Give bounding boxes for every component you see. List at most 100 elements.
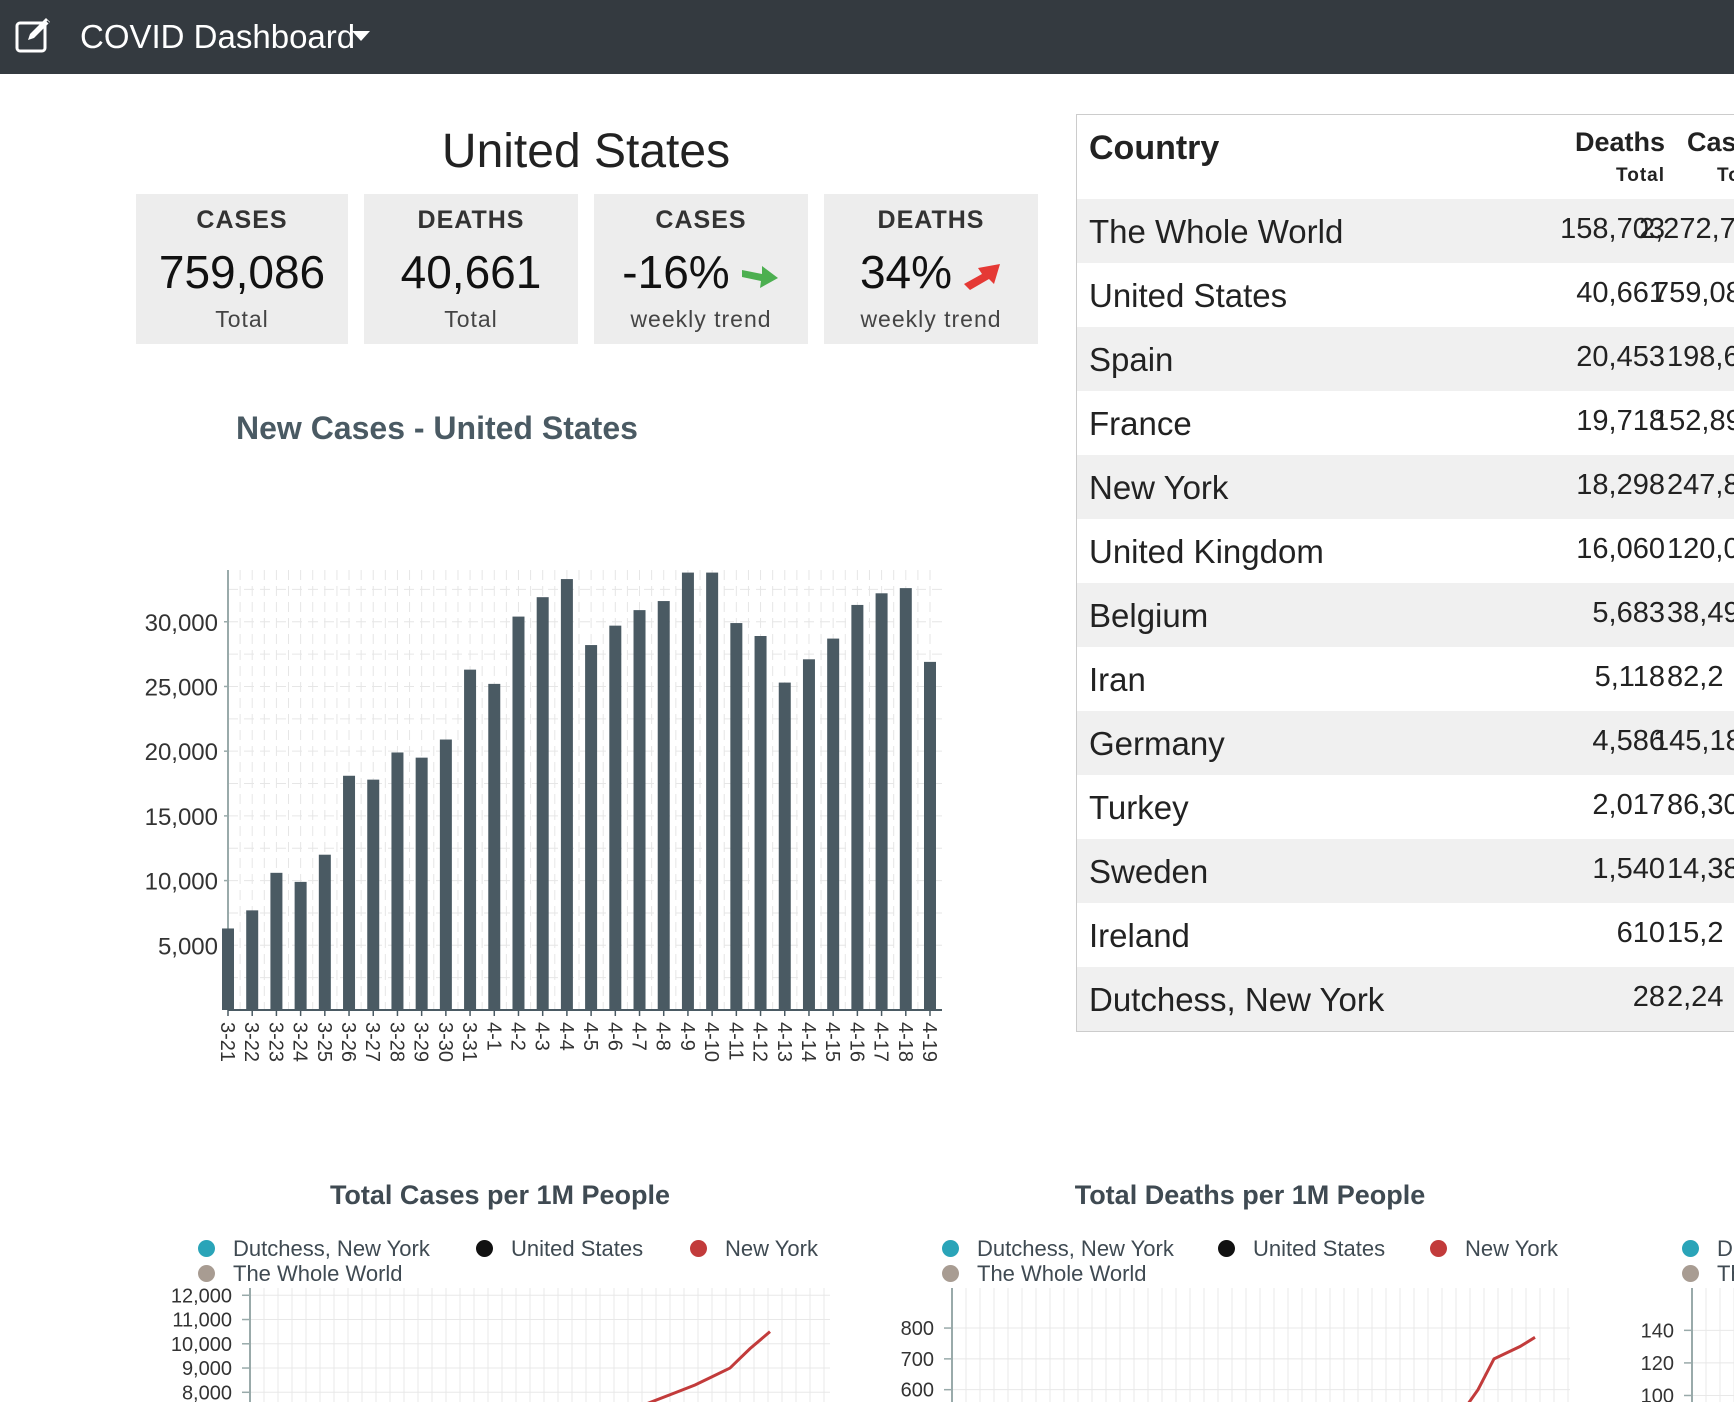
bar	[851, 604, 864, 1010]
legend-item[interactable]: United States	[1218, 1236, 1385, 1262]
legend-item[interactable]: D	[1682, 1236, 1733, 1262]
legend-item[interactable]: Dutchess, New York	[198, 1236, 430, 1262]
country-name-cell[interactable]: Sweden	[1089, 853, 1208, 891]
country-name-cell[interactable]: Spain	[1089, 341, 1173, 379]
legend-item[interactable]: The Whole World	[198, 1261, 403, 1287]
table-row[interactable]: New York 18,298 247,8	[1077, 455, 1734, 519]
caret-down-icon[interactable]	[352, 31, 370, 41]
table-row[interactable]: Ireland 610 15,2	[1077, 903, 1734, 967]
x-tick-label: 3-28	[385, 1022, 407, 1062]
card-value-wrap: 34%	[824, 244, 1038, 300]
y-tick-label: 800	[901, 1318, 934, 1340]
card-value: 40,661	[400, 246, 542, 298]
table-row[interactable]: Sweden 1,540 14,38	[1077, 839, 1734, 903]
bar	[391, 752, 404, 1010]
table-row[interactable]: United Kingdom 16,060 120,0	[1077, 519, 1734, 583]
card-label: CASES	[655, 206, 747, 234]
x-tick-label: 3-27	[361, 1022, 383, 1062]
country-name-cell[interactable]: United Kingdom	[1089, 533, 1324, 571]
dashboard-title-dropdown[interactable]: COVID Dashboard	[80, 17, 355, 57]
bar	[367, 779, 380, 1010]
deaths-cell: 5,683	[1592, 597, 1665, 629]
x-tick-label: 3-26	[337, 1022, 359, 1062]
cases-cell: 247,8	[1667, 469, 1734, 501]
legend-item[interactable]: Dutchess, New York	[942, 1236, 1174, 1262]
table-row[interactable]: Germany 4,586 145,18	[1077, 711, 1734, 775]
deaths-per-million-title: Total Deaths per 1M People	[1074, 1180, 1426, 1210]
country-name-cell[interactable]: Belgium	[1089, 597, 1208, 635]
y-tick-label: 140	[1641, 1320, 1674, 1342]
bar	[343, 775, 356, 1010]
legend-dot	[1430, 1239, 1447, 1257]
y-tick-label: 9,000	[182, 1358, 232, 1380]
legend-dot	[476, 1239, 493, 1257]
x-tick-label: 4-5	[579, 1022, 601, 1051]
x-tick-label: 4-6	[603, 1022, 625, 1051]
cases-cell: 120,0	[1667, 533, 1734, 565]
country-column-header[interactable]: Country	[1089, 129, 1219, 168]
cases-cell: 15,2	[1667, 917, 1724, 949]
legend-label: D	[1717, 1236, 1733, 1261]
legend-item[interactable]: New York	[1430, 1236, 1558, 1262]
deaths-cell: 20,453	[1576, 341, 1665, 373]
deaths-cell: 610	[1616, 917, 1665, 949]
y-tick-label: 120	[1641, 1353, 1674, 1375]
country-name-cell[interactable]: Dutchess, New York	[1089, 981, 1384, 1019]
y-tick-label: 600	[901, 1380, 934, 1402]
country-name-cell[interactable]: Ireland	[1089, 917, 1190, 955]
x-tick-label: 4-19	[918, 1022, 940, 1062]
cases-column-header[interactable]: Cas	[1687, 127, 1734, 158]
country-name-cell[interactable]: United States	[1089, 277, 1287, 315]
card-value-wrap: -16%	[594, 244, 808, 300]
table-row[interactable]: Dutchess, New York 28 2,24	[1077, 967, 1734, 1031]
table-row[interactable]: France 19,718 152,89	[1077, 391, 1734, 455]
x-tick-label: 3-25	[313, 1022, 335, 1062]
edit-icon[interactable]	[14, 16, 52, 54]
country-table: Country Deaths Total Cas To The Whole Wo…	[1076, 114, 1734, 1032]
y-tick-label: 700	[901, 1349, 934, 1371]
x-tick-label: 4-1	[482, 1022, 504, 1051]
table-row[interactable]: The Whole World 158,703 2,272,7	[1077, 199, 1734, 263]
legend-dot	[690, 1239, 707, 1257]
country-name-cell[interactable]: The Whole World	[1089, 213, 1343, 251]
cases-per-million-line-chart: 8,0009,00010,00011,000 12,000	[171, 1288, 830, 1402]
deaths-total-card: DEATHS 40,661 Total	[364, 194, 578, 344]
country-name-cell[interactable]: Germany	[1089, 725, 1225, 763]
y-tick-label: 15,000	[145, 804, 218, 831]
country-name-cell[interactable]: Turkey	[1089, 789, 1189, 827]
table-row[interactable]: Iran 5,118 82,2	[1077, 647, 1734, 711]
bar	[657, 601, 670, 1010]
legend-item[interactable]: United States	[476, 1236, 643, 1262]
table-row[interactable]: Turkey 2,017 86,30	[1077, 775, 1734, 839]
legend-dot	[198, 1239, 215, 1257]
legend-item[interactable]: The Whole World	[942, 1261, 1147, 1287]
legend-dot	[1218, 1239, 1235, 1257]
new-cases-bar-chart: 5,00010,00015,00020,00025,00030,0003-21 3…	[145, 570, 942, 1062]
x-tick-label: 3-22	[240, 1022, 262, 1062]
cases-cell: 14,38	[1667, 853, 1734, 885]
table-row[interactable]: Spain 20,453 198,6	[1077, 327, 1734, 391]
cases-cell: 152,89	[1653, 405, 1734, 437]
deaths-column-header[interactable]: Deaths	[1477, 127, 1665, 158]
x-tick-label: 3-21	[216, 1022, 238, 1062]
deaths-cell: 28	[1632, 981, 1665, 1013]
legend-label: Dutchess, New York	[233, 1236, 430, 1261]
card-value: 34%	[859, 246, 953, 298]
x-tick-label: 3-29	[410, 1022, 432, 1062]
country-name-cell[interactable]: Iran	[1089, 661, 1146, 699]
country-name-cell[interactable]: France	[1089, 405, 1192, 443]
deaths-cell: 16,060	[1576, 533, 1665, 565]
table-row[interactable]: United States 40,661 759,08	[1077, 263, 1734, 327]
bar	[246, 910, 259, 1010]
new-cases-chart-title: New Cases - United States	[236, 410, 638, 446]
legend-item[interactable]: New York	[690, 1236, 818, 1262]
table-row[interactable]: Belgium 5,683 38,49	[1077, 583, 1734, 647]
legend-label: United States	[1253, 1236, 1386, 1261]
bar	[681, 572, 694, 1010]
cases-cell: 82,2	[1667, 661, 1724, 693]
cases-cell: 38,49	[1667, 597, 1734, 629]
x-tick-label: 4-3	[531, 1022, 553, 1051]
legend-dot	[1682, 1264, 1699, 1282]
country-name-cell[interactable]: New York	[1089, 469, 1228, 507]
legend-item[interactable]: Th	[1682, 1261, 1734, 1287]
